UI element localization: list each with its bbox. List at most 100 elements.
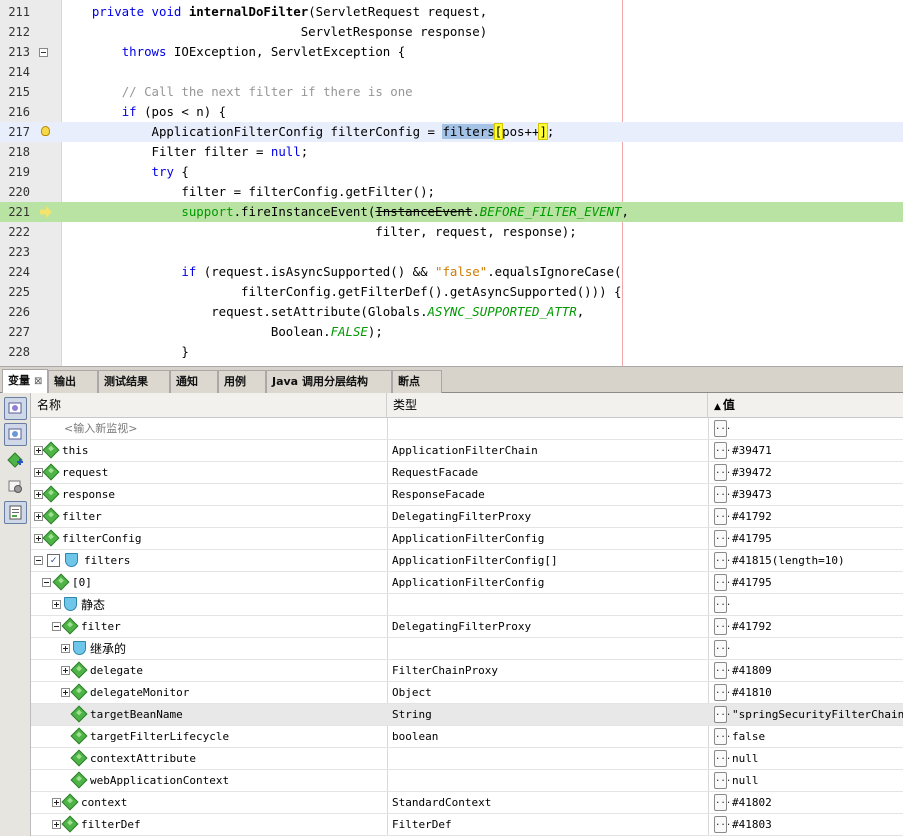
table-row[interactable]: delegateMonitor Object... #41810 — [31, 682, 903, 704]
formatters-button[interactable] — [4, 501, 27, 524]
ellipsis-button[interactable]: ... — [714, 772, 731, 789]
table-row[interactable]: 静态... — [31, 594, 903, 616]
table-row[interactable]: targetFilterLifecycle boolean... false — [31, 726, 903, 748]
lightbulb-hint-icon[interactable] — [41, 126, 50, 136]
code-token: if — [181, 264, 197, 279]
ellipsis-button[interactable]: ... — [714, 486, 731, 503]
code-line[interactable]: 219 try { — [0, 162, 903, 182]
table-row[interactable]: delegate FilterChainProxy... #41809 — [31, 660, 903, 682]
table-row[interactable]: targetBeanName String... "springSecurityFi… — [31, 704, 903, 726]
code-editor[interactable]: 211 private void internalDoFilter(Servle… — [0, 0, 903, 366]
settings-button[interactable] — [4, 475, 27, 498]
code-line[interactable]: 213 throws IOException, ServletException… — [0, 42, 903, 62]
ellipsis-button[interactable]: ... — [714, 662, 731, 679]
code-line[interactable]: 224 if (request.isAsyncSupported() && "f… — [0, 262, 903, 282]
code-text: if (request.isAsyncSupported() && "false… — [62, 262, 621, 282]
new-watch-row[interactable]: <输入新监视> ... — [31, 418, 903, 440]
show-static-button[interactable] — [4, 397, 27, 420]
tab-notifications[interactable]: 通知 — [170, 370, 218, 393]
code-text: // Call the next filter if there is one — [62, 82, 413, 102]
table-row[interactable]: request RequestFacade... #39472 — [31, 462, 903, 484]
checkbox[interactable]: ✓ — [47, 554, 60, 567]
fold-collapse-icon[interactable] — [39, 48, 48, 57]
table-row[interactable]: [0] ApplicationFilterConfig... #41795 — [31, 572, 903, 594]
table-row[interactable]: filter DelegatingFilterProxy... #41792 — [31, 616, 903, 638]
expand-icon[interactable] — [34, 446, 43, 455]
ellipsis-button[interactable]: ... — [714, 706, 731, 723]
new-watch-placeholder[interactable]: <输入新监视> — [64, 418, 137, 440]
table-row[interactable]: filterConfig ApplicationFilterConfig... #4… — [31, 528, 903, 550]
code-token: pos++ — [502, 124, 540, 139]
tab-test-results[interactable]: 测试结果 — [98, 370, 170, 393]
ellipsis-button[interactable]: ... — [714, 618, 731, 635]
table-row[interactable]: 继承的... — [31, 638, 903, 660]
expand-icon[interactable] — [52, 798, 61, 807]
ellipsis-button[interactable]: ... — [714, 750, 731, 767]
table-row[interactable]: filter DelegatingFilterProxy... #41792 — [31, 506, 903, 528]
tab-variables[interactable]: 变量 ⊠ — [2, 369, 48, 394]
code-line[interactable]: 215 // Call the next filter if there is … — [0, 82, 903, 102]
ellipsis-button[interactable]: ... — [714, 640, 731, 657]
table-row[interactable]: ✓ filters ApplicationFilterConfig[]... #418… — [31, 550, 903, 572]
expand-icon[interactable] — [34, 534, 43, 543]
expand-icon[interactable] — [52, 600, 61, 609]
code-line[interactable]: 217 ApplicationFilterConfig filterConfig… — [0, 122, 903, 142]
code-line[interactable]: 228 } — [0, 342, 903, 362]
column-header-value[interactable]: ▲ 值 — [708, 393, 903, 418]
expand-icon[interactable] — [52, 820, 61, 829]
collapse-icon[interactable] — [34, 556, 43, 565]
code-line[interactable]: 216 if (pos < n) { — [0, 102, 903, 122]
tab-java-call-hierarchy[interactable]: Java 调用分层结构 — [266, 370, 392, 393]
tab-output[interactable]: 输出 — [48, 370, 98, 393]
table-row[interactable]: context StandardContext... #41802 — [31, 792, 903, 814]
code-line[interactable]: 226 request.setAttribute(Globals.ASYNC_S… — [0, 302, 903, 322]
new-watch-button[interactable] — [4, 449, 27, 472]
ellipsis-button[interactable]: ... — [714, 442, 731, 459]
ellipsis-button[interactable]: ... — [714, 552, 731, 569]
expand-icon[interactable] — [34, 512, 43, 521]
table-row[interactable]: response ResponseFacade... #39473 — [31, 484, 903, 506]
show-inherited-button[interactable] — [4, 423, 27, 446]
ellipsis-button[interactable]: ... — [714, 794, 731, 811]
close-icon[interactable]: ⊠ — [34, 376, 42, 387]
expand-icon[interactable] — [34, 468, 43, 477]
ellipsis-button[interactable]: ... — [714, 464, 731, 481]
line-number: 225 — [8, 285, 30, 299]
collapse-icon[interactable] — [52, 622, 61, 631]
code-line[interactable]: 223 — [0, 242, 903, 262]
code-line[interactable]: 227 Boolean.FALSE); — [0, 322, 903, 342]
tab-breakpoints[interactable]: 断点 — [392, 370, 442, 393]
ellipsis-button[interactable]: ... — [714, 728, 731, 745]
code-line[interactable]: 220 filter = filterConfig.getFilter(); — [0, 182, 903, 202]
name-cell: this — [31, 440, 387, 462]
code-line[interactable]: 225 filterConfig.getFilterDef().getAsync… — [0, 282, 903, 302]
ellipsis-button[interactable]: ... — [714, 684, 731, 701]
code-line[interactable]: 221 support.fireInstanceEvent(InstanceEv… — [0, 202, 903, 222]
code-line[interactable]: 222 filter, request, response); — [0, 222, 903, 242]
collapse-icon[interactable] — [42, 578, 51, 587]
variable-name: filter — [62, 510, 102, 523]
expand-icon[interactable] — [61, 688, 70, 697]
tab-usages[interactable]: 用例 — [218, 370, 266, 393]
column-header-name[interactable]: 名称 — [31, 393, 387, 418]
code-line[interactable]: 211 private void internalDoFilter(Servle… — [0, 2, 903, 22]
ellipsis-button[interactable]: ... — [714, 508, 731, 525]
table-row[interactable]: webApplicationContext... null — [31, 770, 903, 792]
expand-icon[interactable] — [34, 490, 43, 499]
variables-table[interactable]: 名称 类型 ▲ 值 <输入新监视> ... this ApplicationFilt… — [31, 393, 903, 836]
expand-icon[interactable] — [61, 644, 70, 653]
table-row[interactable]: contextAttribute... null — [31, 748, 903, 770]
expand-icon[interactable] — [61, 666, 70, 675]
code-line[interactable]: 212 ServletResponse response) — [0, 22, 903, 42]
code-line[interactable]: 214 — [0, 62, 903, 82]
ellipsis-button[interactable]: ... — [714, 816, 731, 833]
column-header-type[interactable]: 类型 — [387, 393, 708, 418]
ellipsis-button[interactable]: ... — [714, 596, 731, 613]
ellipsis-button[interactable]: ... — [714, 530, 731, 547]
code-line[interactable]: 218 Filter filter = null; — [0, 142, 903, 162]
ellipsis-button[interactable]: ... — [714, 574, 731, 591]
table-row[interactable]: filterDef FilterDef... #41803 — [31, 814, 903, 836]
ellipsis-button[interactable]: ... — [714, 420, 731, 437]
table-row[interactable]: this ApplicationFilterChain... #39471 — [31, 440, 903, 462]
